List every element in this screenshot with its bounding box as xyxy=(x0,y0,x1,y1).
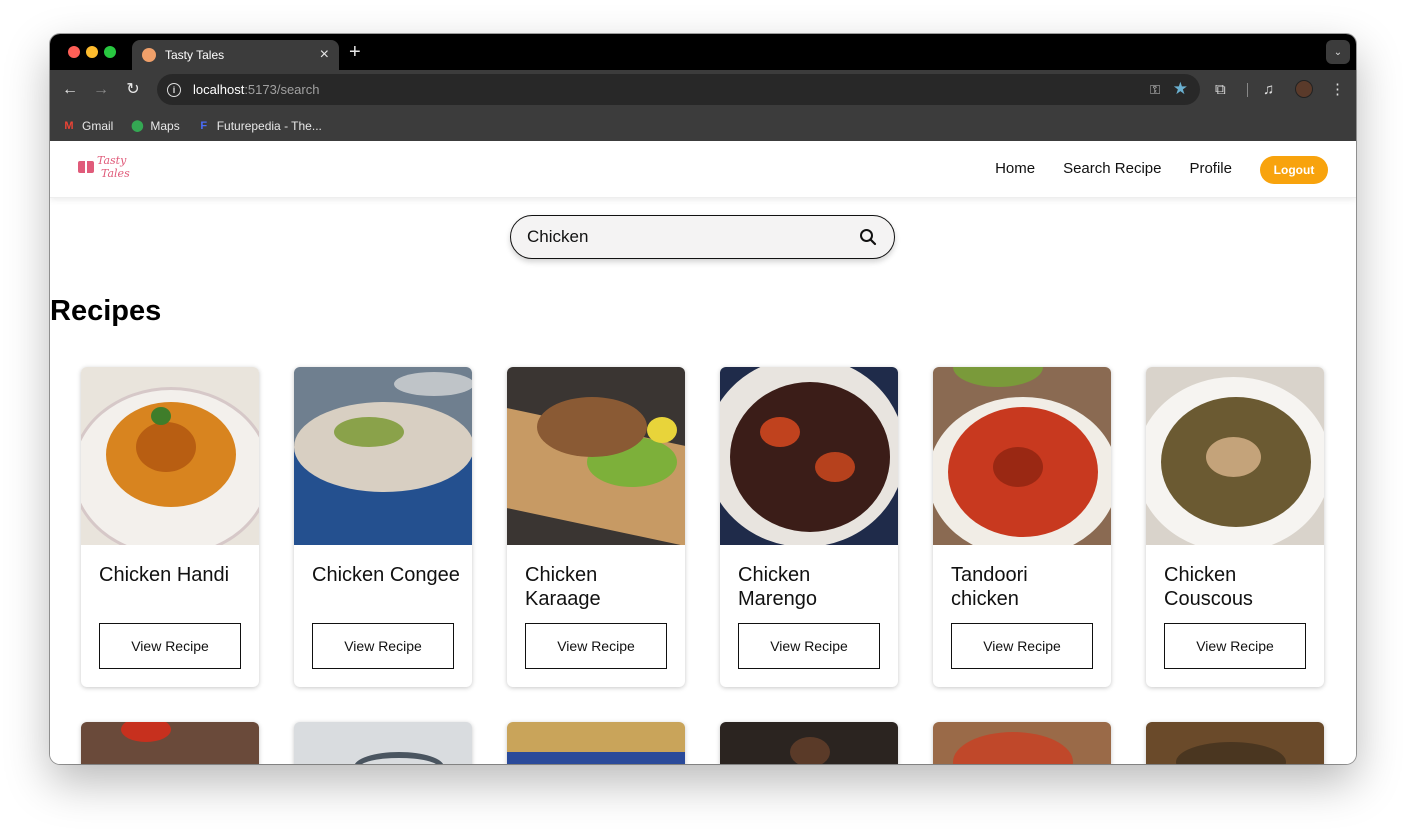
maps-icon: ⬤ xyxy=(131,120,144,132)
recipe-card: Chicken Marengo View Recipe xyxy=(720,367,898,687)
media-controls-icon[interactable]: ♫ xyxy=(1263,80,1274,100)
window-minimize-button[interactable] xyxy=(86,46,98,58)
recipe-card: Chicken Handi View Recipe xyxy=(81,367,259,687)
profile-avatar[interactable] xyxy=(1295,80,1313,98)
new-tab-button[interactable]: + xyxy=(349,42,361,62)
logout-button[interactable]: Logout xyxy=(1260,156,1328,184)
view-recipe-button[interactable]: View Recipe xyxy=(738,623,880,669)
nav-search-recipe[interactable]: Search Recipe xyxy=(1063,160,1161,177)
browser-window: Tasty Tales × + ⌄ ← → ↻ i localhost:5173… xyxy=(50,34,1356,764)
view-recipe-button[interactable]: View Recipe xyxy=(525,623,667,669)
forward-arrow-icon[interactable]: → xyxy=(91,80,111,100)
site-favicon-icon xyxy=(142,48,156,62)
bookmark-futurepedia[interactable]: F Futurepedia - The... xyxy=(197,119,322,133)
bookmark-star-icon[interactable]: ★ xyxy=(1173,79,1188,99)
recipe-title: Chicken Karaage xyxy=(525,564,601,610)
recipe-image[interactable] xyxy=(507,367,685,545)
futurepedia-icon: F xyxy=(200,119,208,132)
recipe-card-partial[interactable] xyxy=(1146,722,1324,764)
recipe-card: Tandoori chicken View Recipe xyxy=(933,367,1111,687)
recipe-title: Chicken Couscous xyxy=(1164,564,1253,610)
view-recipe-button[interactable]: View Recipe xyxy=(1164,623,1306,669)
back-arrow-icon[interactable]: ← xyxy=(60,80,80,100)
bookmark-gmail[interactable]: M Gmail xyxy=(62,119,113,133)
site-info-icon[interactable]: i xyxy=(167,82,181,97)
address-bar[interactable]: i localhost:5173/search ⚿ ★ xyxy=(157,74,1200,105)
tab-title: Tasty Tales xyxy=(165,48,225,62)
bookmark-label: Gmail xyxy=(82,118,114,133)
bookmark-label: Maps xyxy=(150,118,180,133)
recipe-title: Tandoori chicken xyxy=(951,564,1028,610)
tab-close-icon[interactable]: × xyxy=(320,47,329,63)
view-recipe-button[interactable]: View Recipe xyxy=(99,623,241,669)
recipe-image[interactable] xyxy=(81,367,259,545)
recipe-card-partial[interactable] xyxy=(81,722,259,764)
recipe-image[interactable] xyxy=(1146,367,1324,545)
toolbar-divider xyxy=(1247,83,1248,97)
password-key-icon[interactable]: ⚿ xyxy=(1150,82,1160,98)
url-host: localhost xyxy=(193,82,245,97)
browser-menu-icon[interactable]: ⋮ xyxy=(1330,80,1345,100)
search-icon[interactable] xyxy=(858,227,878,247)
recipe-card: Chicken Karaage View Recipe xyxy=(507,367,685,687)
window-close-button[interactable] xyxy=(68,46,80,58)
main-nav: Home Search Recipe Profile xyxy=(967,160,1232,177)
recipe-search-box xyxy=(510,215,895,259)
recipes-heading: Recipes xyxy=(50,295,162,327)
window-maximize-button[interactable] xyxy=(104,46,116,58)
recipe-card: Chicken Couscous View Recipe xyxy=(1146,367,1324,687)
recipe-title: Chicken Marengo xyxy=(738,564,817,610)
nav-profile[interactable]: Profile xyxy=(1189,160,1232,177)
browser-tab[interactable]: Tasty Tales × xyxy=(132,40,339,70)
nav-home[interactable]: Home xyxy=(995,160,1035,177)
bookmarks-bar: M Gmail ⬤ Maps F Futurepedia - The... xyxy=(50,110,1356,141)
recipe-title: Chicken Congee xyxy=(312,564,460,586)
logo-line-1: Tasty xyxy=(97,154,127,167)
recipe-image[interactable] xyxy=(720,367,898,545)
gmail-icon: M xyxy=(64,119,74,132)
extensions-puzzle-icon[interactable]: ⧉ xyxy=(1215,80,1226,100)
logo-text: Tasty Tales xyxy=(97,154,130,180)
bookmark-label: Futurepedia - The... xyxy=(216,118,322,133)
site-header: Tasty Tales Home Search Recipe Profile L… xyxy=(50,141,1356,198)
bookmark-maps[interactable]: ⬤ Maps xyxy=(130,118,180,133)
recipe-card-partial[interactable] xyxy=(507,722,685,764)
tab-strip: Tasty Tales × + ⌄ xyxy=(50,34,1356,70)
view-recipe-button[interactable]: View Recipe xyxy=(312,623,454,669)
view-recipe-button[interactable]: View Recipe xyxy=(951,623,1093,669)
url-path: :5173/search xyxy=(244,82,320,97)
recipe-image[interactable] xyxy=(933,367,1111,545)
site-logo[interactable]: Tasty Tales xyxy=(78,154,130,180)
recipe-card-partial[interactable] xyxy=(294,722,472,764)
reload-icon[interactable]: ↻ xyxy=(123,80,143,100)
browser-toolbar: ← → ↻ i localhost:5173/search ⚿ ★ ⧉ ♫ ⋮ xyxy=(50,70,1356,110)
page-content: Tasty Tales Home Search Recipe Profile L… xyxy=(50,141,1356,764)
recipe-title: Chicken Handi xyxy=(99,564,230,586)
recipe-image[interactable] xyxy=(294,367,472,545)
tab-search-icon[interactable]: ⌄ xyxy=(1326,40,1350,64)
logo-line-2: Tales xyxy=(101,167,130,180)
search-input[interactable] xyxy=(527,227,858,247)
recipe-card-partial[interactable] xyxy=(933,722,1111,764)
recipe-card-partial[interactable] xyxy=(720,722,898,764)
recipe-card: Chicken Congee View Recipe xyxy=(294,367,472,687)
book-icon xyxy=(78,161,94,173)
